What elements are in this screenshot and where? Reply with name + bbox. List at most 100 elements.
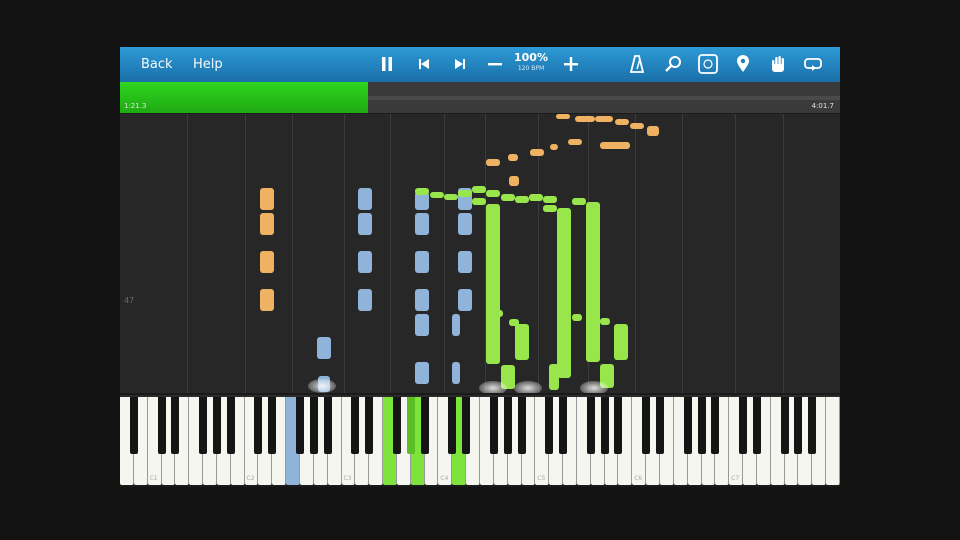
loop-button[interactable] [801, 52, 825, 76]
progress-fill [120, 82, 369, 113]
elapsed-time: 1:21.3 [124, 102, 147, 110]
note [260, 289, 274, 311]
note [452, 314, 460, 336]
black-key[interactable] [420, 397, 429, 454]
black-key[interactable] [129, 397, 138, 454]
progress-bar[interactable]: 1:21.3 4:01.7 [120, 82, 840, 114]
note [415, 213, 429, 235]
octave-label: C2 [246, 475, 255, 482]
note [647, 126, 659, 136]
black-key[interactable] [212, 397, 221, 454]
note [614, 324, 628, 360]
note [515, 324, 529, 360]
black-key[interactable] [545, 397, 554, 454]
note [458, 289, 472, 311]
note [444, 194, 458, 200]
back-button[interactable]: Back [141, 47, 173, 82]
note [543, 205, 557, 212]
black-key[interactable] [309, 397, 318, 454]
loop-icon [804, 58, 822, 71]
note [630, 123, 644, 129]
note [600, 318, 610, 325]
note [543, 196, 557, 203]
black-key[interactable] [752, 397, 761, 454]
progress-track [368, 96, 840, 100]
keyboard-icon [698, 54, 718, 74]
black-key[interactable] [600, 397, 609, 454]
note [515, 196, 529, 203]
black-key[interactable] [614, 397, 623, 454]
black-key[interactable] [295, 397, 304, 454]
zoom-percent: 100% [514, 51, 548, 64]
lane-divider [635, 114, 636, 395]
black-key[interactable] [808, 397, 817, 454]
note [586, 324, 600, 360]
black-key[interactable] [517, 397, 526, 454]
octave-label: C5 [537, 475, 546, 482]
black-key[interactable] [794, 397, 803, 454]
black-key[interactable] [365, 397, 374, 454]
note [260, 213, 274, 235]
black-key[interactable] [171, 397, 180, 454]
note [260, 188, 274, 210]
black-key[interactable] [226, 397, 235, 454]
black-key[interactable] [323, 397, 332, 454]
synthesia-window: Back Help 100% 120 BPM 1:21.3 4:01.7 47 … [120, 47, 840, 487]
black-key[interactable] [254, 397, 263, 454]
note [452, 362, 460, 384]
note [529, 194, 543, 201]
black-key[interactable] [199, 397, 208, 454]
note [549, 364, 559, 390]
black-key[interactable] [559, 397, 568, 454]
metronome-button[interactable] [625, 52, 649, 76]
hand-button[interactable] [766, 52, 790, 76]
note [415, 188, 429, 195]
search-button[interactable] [661, 52, 685, 76]
black-key[interactable] [683, 397, 692, 454]
skip-forward-button[interactable] [448, 52, 472, 76]
black-key[interactable] [157, 397, 166, 454]
toolbar: Back Help 100% 120 BPM [120, 47, 840, 83]
note [600, 142, 630, 149]
plus-icon [564, 57, 578, 71]
piano-keyboard[interactable]: C1 C2 C3 C4 C5 C6 C7 [120, 397, 840, 487]
note [472, 198, 486, 205]
black-key[interactable] [586, 397, 595, 454]
black-key[interactable] [406, 397, 415, 454]
note [430, 192, 444, 198]
zoom-display: 100% 120 BPM [512, 51, 550, 79]
zoom-in-button[interactable] [559, 52, 583, 76]
note [358, 213, 372, 235]
note [509, 176, 519, 186]
black-key[interactable] [655, 397, 664, 454]
zoom-out-button[interactable] [483, 52, 507, 76]
hit-line [120, 393, 840, 395]
black-key[interactable] [503, 397, 512, 454]
white-key[interactable] [826, 397, 840, 485]
note [615, 119, 629, 125]
black-key[interactable] [780, 397, 789, 454]
pause-button[interactable] [375, 52, 399, 76]
black-key[interactable] [739, 397, 748, 454]
note [557, 208, 571, 378]
note [486, 204, 500, 364]
black-key[interactable] [351, 397, 360, 454]
lane-divider [735, 114, 736, 395]
black-key[interactable] [462, 397, 471, 454]
skip-back-button[interactable] [412, 52, 436, 76]
note [358, 188, 372, 210]
black-key[interactable] [448, 397, 457, 454]
black-key[interactable] [392, 397, 401, 454]
help-button[interactable]: Help [193, 47, 223, 82]
search-icon [665, 56, 681, 72]
keyboard-mode-button[interactable] [696, 52, 720, 76]
black-key[interactable] [642, 397, 651, 454]
location-pin-icon [737, 55, 749, 72]
black-key[interactable] [697, 397, 706, 454]
location-pin-button[interactable] [731, 52, 755, 76]
black-key[interactable] [268, 397, 277, 454]
note [486, 159, 500, 166]
zoom-bpm: 120 BPM [517, 65, 545, 72]
black-key[interactable] [711, 397, 720, 454]
black-key[interactable] [489, 397, 498, 454]
